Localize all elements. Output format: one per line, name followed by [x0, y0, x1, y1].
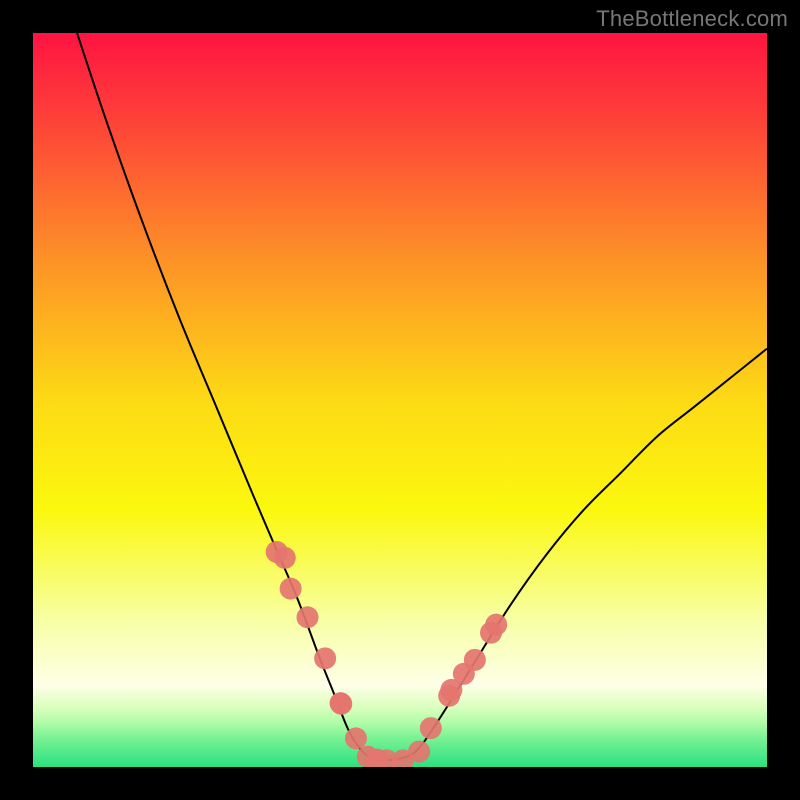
marker-markers-left: [297, 606, 319, 628]
marker-markers-left: [274, 547, 296, 569]
marker-markers-right: [485, 614, 507, 636]
marker-markers-left: [314, 647, 336, 669]
chart-svg: [33, 33, 767, 767]
marker-markers-right: [420, 717, 442, 739]
plot-area: [33, 33, 767, 767]
marker-markers-right: [408, 741, 430, 763]
watermark-text: TheBottleneck.com: [596, 6, 788, 32]
marker-markers-left: [280, 578, 302, 600]
curve-bottleneck-curve: [77, 33, 767, 761]
marker-markers-right: [464, 649, 486, 671]
outer-frame: TheBottleneck.com: [0, 0, 800, 800]
marker-markers-left: [330, 693, 352, 715]
marker-markers-left: [345, 727, 367, 749]
